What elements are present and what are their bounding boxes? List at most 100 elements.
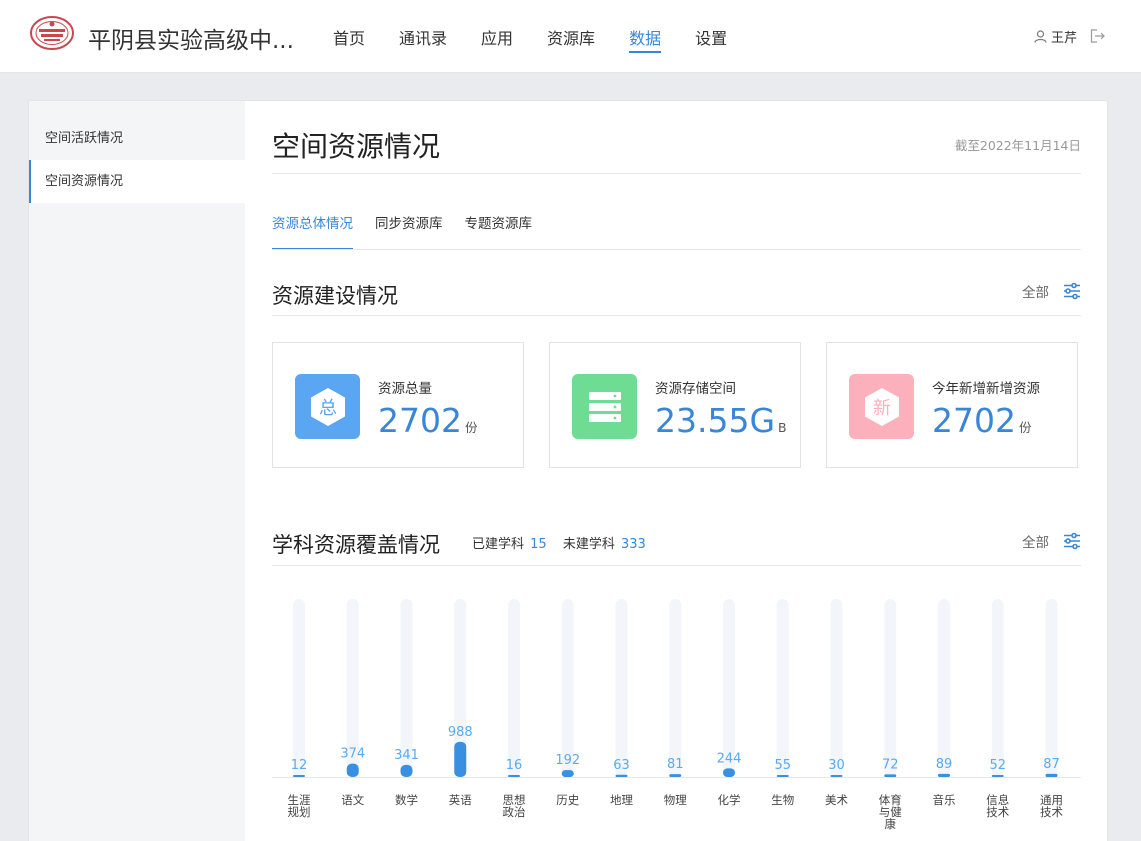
bar[interactable] bbox=[293, 775, 305, 777]
bar[interactable] bbox=[723, 768, 735, 777]
hexagon-total-icon: 总 bbox=[310, 387, 345, 426]
bar-track bbox=[615, 599, 628, 777]
bar-value-label: 63 bbox=[613, 758, 630, 773]
content-card: 空间活跃情况 空间资源情况 空间资源情况 截至2022年11月14日 资源总体情… bbox=[28, 100, 1108, 841]
stat-unit-new: 份 bbox=[1018, 420, 1032, 435]
x-tick-label: 数学 bbox=[395, 793, 418, 807]
hexagon-new-icon: 新 bbox=[864, 387, 899, 426]
coverage-stats: 已建学科 15 未建学科 333 bbox=[472, 533, 658, 552]
stat-label-total: 资源总量 bbox=[378, 381, 432, 397]
bar-value-label: 192 bbox=[555, 753, 580, 768]
bar[interactable] bbox=[669, 774, 682, 777]
bar[interactable] bbox=[1045, 773, 1058, 777]
sidebar-item-space-activity[interactable]: 空间活跃情况 bbox=[29, 117, 245, 160]
nav-resource-library[interactable]: 资源库 bbox=[530, 0, 612, 73]
stat-icon-total: 总 bbox=[295, 374, 360, 439]
bar-value-label: 16 bbox=[506, 758, 523, 773]
stat-card-total: 总 资源总量 2702 份 bbox=[272, 342, 524, 468]
bar[interactable] bbox=[830, 775, 843, 777]
stat-card-storage: 资源存储空间 23.55G B bbox=[549, 342, 801, 468]
bar[interactable] bbox=[454, 741, 467, 777]
x-tick-label: 音乐 bbox=[933, 793, 956, 807]
bar[interactable] bbox=[991, 775, 1004, 777]
unbuilt-subjects-count: 333 bbox=[621, 537, 646, 552]
nav-settings[interactable]: 设置 bbox=[678, 0, 744, 73]
main-nav: 首页 通讯录 应用 资源库 数据 设置 bbox=[316, 0, 744, 73]
build-divider bbox=[272, 315, 1081, 316]
stat-unit-storage: B bbox=[778, 420, 787, 435]
bar-value-label: 55 bbox=[774, 758, 791, 773]
stat-card-new: 新 今年新增新增资源 2702 份 bbox=[826, 342, 1078, 468]
stat-icon-char-total: 总 bbox=[319, 398, 337, 419]
x-tick-label: 地理 bbox=[610, 793, 633, 807]
server-storage-icon bbox=[588, 391, 621, 422]
stat-value-new: 2702 份 bbox=[932, 401, 1032, 440]
bar-track bbox=[293, 599, 305, 777]
sidebar-item-space-resources[interactable]: 空间资源情况 bbox=[29, 160, 245, 203]
sidebar: 空间活跃情况 空间资源情况 bbox=[29, 101, 245, 841]
stat-unit-total: 份 bbox=[464, 420, 478, 435]
bar[interactable] bbox=[884, 774, 897, 777]
nav-home[interactable]: 首页 bbox=[316, 0, 382, 73]
bar-track bbox=[561, 599, 574, 777]
stat-number-total: 2702 bbox=[378, 401, 462, 440]
nav-apps[interactable]: 应用 bbox=[464, 0, 530, 73]
bar[interactable] bbox=[615, 774, 628, 777]
nav-contacts[interactable]: 通讯录 bbox=[382, 0, 464, 73]
stat-number-new: 2702 bbox=[932, 401, 1016, 440]
tab-topic-library[interactable]: 专题资源库 bbox=[465, 204, 533, 249]
bar[interactable] bbox=[400, 764, 413, 777]
subject-coverage-chart: 12 生涯规划 374 语文 341 数学 988 英语 16 思想政治 192 历史 63 地理 81 物理… bbox=[272, 599, 1081, 831]
x-tick-label: 英语 bbox=[449, 793, 472, 807]
bar-value-label: 341 bbox=[394, 748, 419, 763]
title-divider bbox=[272, 173, 1081, 174]
tab-overall[interactable]: 资源总体情况 bbox=[272, 204, 353, 250]
built-subjects-count: 15 bbox=[530, 537, 547, 552]
filter-sliders-icon bbox=[1064, 532, 1080, 550]
bar-value-label: 72 bbox=[882, 757, 899, 772]
nav-data[interactable]: 数据 bbox=[612, 0, 678, 73]
x-tick-label: 通用技术 bbox=[1040, 793, 1063, 819]
stat-value-storage: 23.55G B bbox=[655, 401, 787, 440]
bar-track bbox=[830, 599, 843, 777]
bar[interactable] bbox=[938, 773, 950, 777]
bar[interactable] bbox=[346, 763, 359, 777]
bar[interactable] bbox=[508, 775, 520, 777]
tab-sync-library[interactable]: 同步资源库 bbox=[375, 204, 443, 249]
unbuilt-subjects-label: 未建学科 bbox=[562, 537, 615, 552]
x-tick-label: 历史 bbox=[556, 793, 579, 807]
bar[interactable] bbox=[561, 770, 574, 777]
x-tick-label: 思想政治 bbox=[503, 793, 526, 819]
bar-track bbox=[723, 599, 735, 777]
bar-value-label: 244 bbox=[717, 751, 742, 766]
user-menu[interactable]: 王芹 bbox=[1034, 27, 1077, 46]
top-header: 平阴县实验高级中... 首页 通讯录 应用 资源库 数据 设置 王芹 bbox=[0, 0, 1141, 73]
coverage-divider bbox=[272, 565, 1081, 566]
bar-value-label: 89 bbox=[936, 757, 953, 772]
x-tick-label: 生物 bbox=[771, 793, 794, 807]
build-filter[interactable]: 全部 bbox=[1022, 281, 1081, 301]
coverage-filter[interactable]: 全部 bbox=[1022, 531, 1081, 551]
stat-icon-storage bbox=[572, 374, 637, 439]
bar-track bbox=[1045, 599, 1058, 777]
built-subjects-label: 已建学科 bbox=[472, 537, 525, 552]
stat-label-storage: 资源存储空间 bbox=[655, 381, 736, 397]
logout-icon[interactable] bbox=[1090, 29, 1105, 43]
bar-track bbox=[669, 599, 682, 777]
x-tick-label: 信息技术 bbox=[986, 793, 1009, 819]
build-filter-label: 全部 bbox=[1022, 285, 1049, 301]
x-tick-label: 化学 bbox=[718, 793, 741, 807]
page-title: 空间资源情况 bbox=[272, 130, 441, 163]
x-tick-label: 美术 bbox=[825, 793, 848, 807]
resource-tabs: 资源总体情况 同步资源库 专题资源库 bbox=[272, 204, 554, 250]
x-tick-label: 语文 bbox=[341, 793, 364, 807]
school-name: 平阴县实验高级中... bbox=[88, 28, 294, 54]
bar-track bbox=[991, 599, 1004, 777]
bar-value-label: 87 bbox=[1043, 757, 1060, 772]
tabs-divider bbox=[272, 249, 1081, 250]
bar-value-label: 52 bbox=[989, 758, 1006, 773]
coverage-section-title: 学科资源覆盖情况 bbox=[272, 533, 440, 557]
bar-value-label: 81 bbox=[667, 757, 684, 772]
bar[interactable] bbox=[776, 775, 789, 777]
stat-number-storage: 23.55G bbox=[655, 401, 776, 440]
